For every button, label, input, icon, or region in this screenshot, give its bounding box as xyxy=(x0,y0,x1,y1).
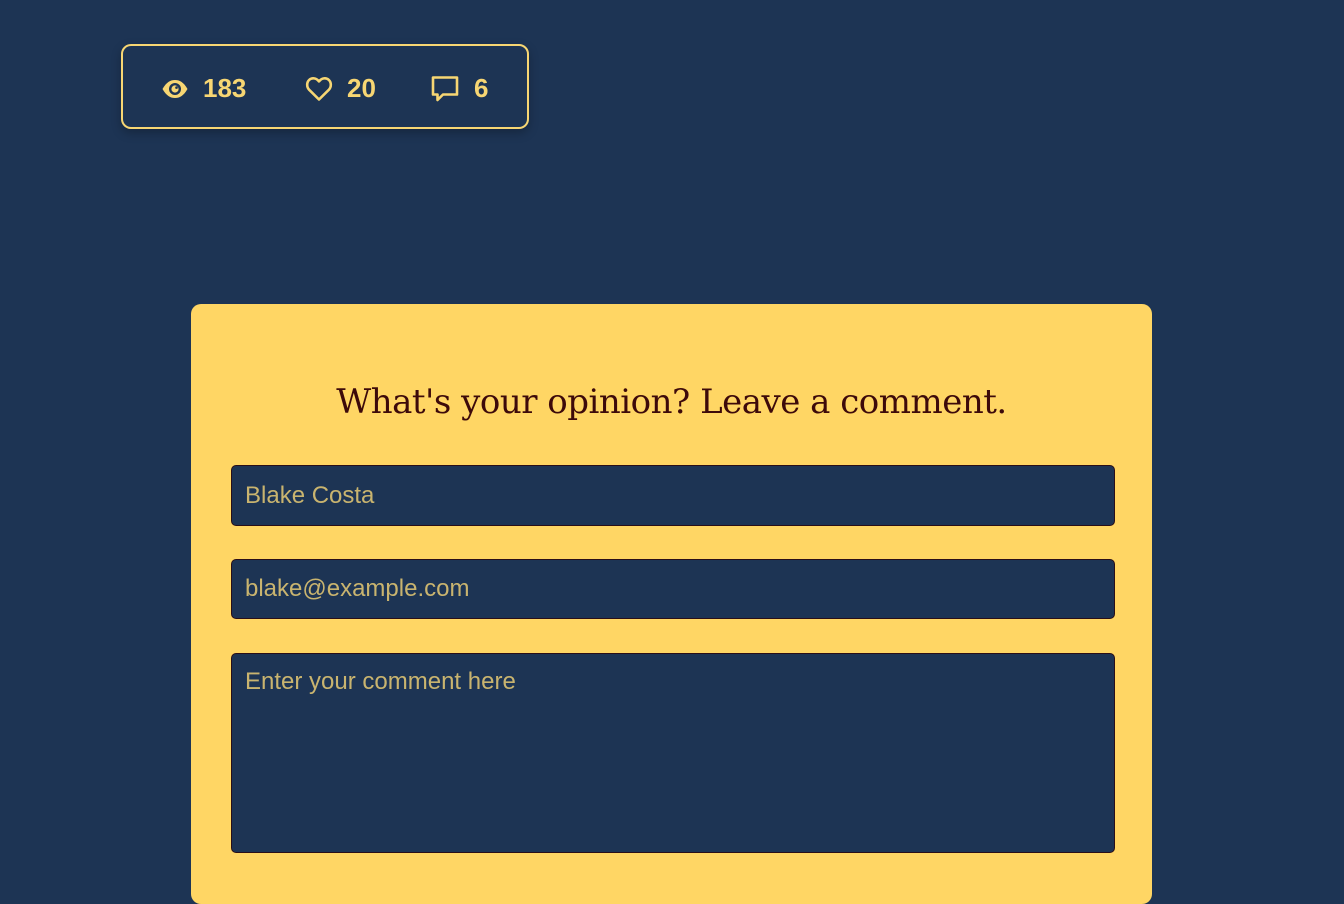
comment-form-title: What's your opinion? Leave a comment. xyxy=(336,382,1007,422)
comments-count: 6 xyxy=(474,73,489,103)
name-input[interactable] xyxy=(231,465,1115,526)
likes-stat[interactable]: 20 xyxy=(305,46,376,131)
views-count: 183 xyxy=(203,73,247,103)
email-input[interactable] xyxy=(231,559,1115,619)
comments-stat[interactable]: 6 xyxy=(430,46,488,131)
speech-bubble-icon[interactable] xyxy=(430,75,460,103)
eye-icon xyxy=(161,78,189,100)
likes-count: 20 xyxy=(347,73,376,103)
heart-icon[interactable] xyxy=(305,76,333,102)
post-stats-bar: 183 20 6 xyxy=(121,44,529,129)
comment-form-card: What's your opinion? Leave a comment. xyxy=(191,304,1152,904)
comment-textarea[interactable] xyxy=(231,653,1115,853)
views-stat: 183 xyxy=(161,46,246,131)
